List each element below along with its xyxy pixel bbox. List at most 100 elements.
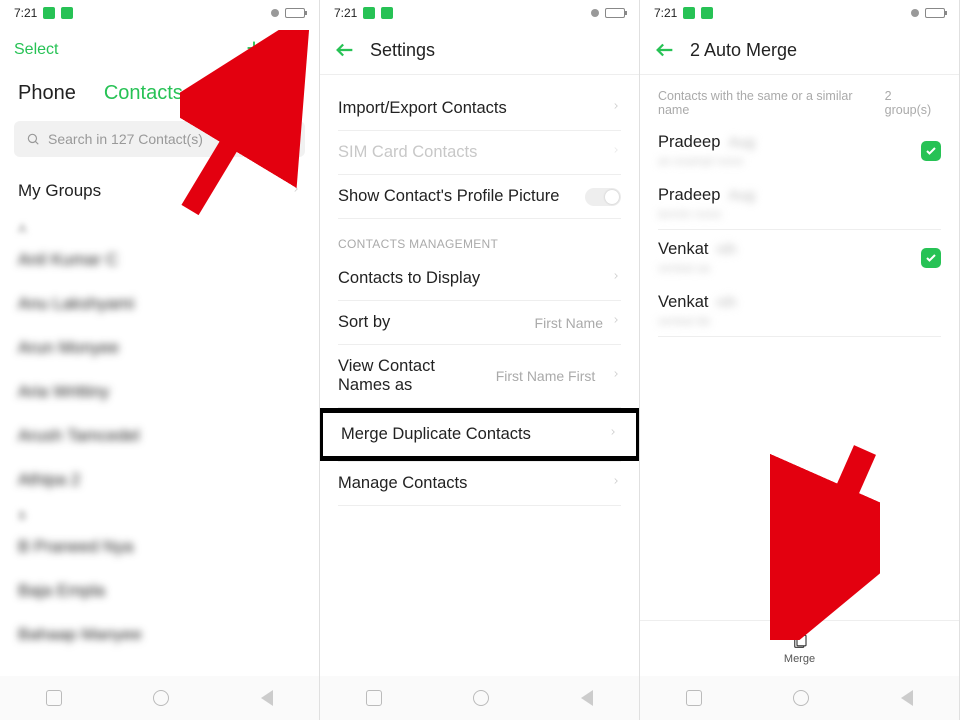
status-bar: 7:21 <box>0 0 319 26</box>
merge-duplicate-row[interactable]: Merge Duplicate Contacts <box>323 413 636 456</box>
nav-recent-icon[interactable] <box>46 690 62 706</box>
merge-group-item[interactable]: Venkat nih venkat aa <box>640 230 959 283</box>
contact-extra: Aug <box>728 187 755 204</box>
chevron-right-icon <box>611 143 621 162</box>
whatsapp-status-icon <box>363 7 375 19</box>
android-nav-bar <box>640 676 959 720</box>
list-item[interactable]: Aria Writtiny <box>0 370 319 414</box>
row-value: First Name <box>535 315 603 331</box>
list-item[interactable]: Anil Kumar C <box>0 238 319 282</box>
automerge-subheader: Contacts with the same or a similar name… <box>640 75 959 123</box>
add-contact-icon[interactable] <box>243 37 265 64</box>
tab-phone[interactable]: Phone <box>18 82 76 105</box>
checkbox-checked-icon[interactable] <box>921 248 941 268</box>
android-nav-bar <box>320 676 639 720</box>
group-count: 2 group(s) <box>885 89 941 117</box>
status-bar: 7:21 <box>320 0 639 26</box>
merge-group-item[interactable]: Pradeep Aug termin none <box>640 176 959 229</box>
chevron-right-icon <box>611 269 621 288</box>
list-item[interactable]: Anu Lakshyami <box>0 282 319 326</box>
battery-icon <box>925 8 945 18</box>
sim-card-row: SIM Card Contacts <box>320 131 639 174</box>
index-letter-b: B <box>0 502 319 525</box>
contacts-to-display-row[interactable]: Contacts to Display <box>320 257 639 300</box>
contact-name: Pradeep <box>658 186 720 205</box>
status-time: 7:21 <box>334 6 357 20</box>
contact-name: Venkat <box>658 240 708 259</box>
view-names-row[interactable]: View Contact Names as First Name First <box>320 345 639 407</box>
index-letter-a: A <box>0 215 319 238</box>
my-groups-label: My Groups <box>18 181 101 201</box>
app-status-icon <box>381 7 393 19</box>
merge-button[interactable]: Merge <box>640 620 959 676</box>
row-label: Show Contact's Profile Picture <box>338 187 585 206</box>
settings-gear-icon[interactable] <box>285 38 305 63</box>
list-item[interactable]: B Praneed Nya <box>0 525 319 569</box>
battery-icon <box>605 8 625 18</box>
nav-back-icon[interactable] <box>901 690 913 706</box>
merge-group-item[interactable]: Venkat nih venkat bb <box>640 283 959 336</box>
chevron-right-icon <box>611 367 621 386</box>
dnd-icon <box>591 9 599 17</box>
settings-screen: 7:21 Settings Import/Export Contacts SIM… <box>320 0 640 720</box>
contact-sub: venkat bb <box>658 314 737 328</box>
list-item[interactable]: Baja Empla <box>0 569 319 613</box>
contact-extra: nih <box>716 241 736 258</box>
app-status-icon <box>701 7 713 19</box>
nav-home-icon[interactable] <box>793 690 809 706</box>
back-arrow-icon[interactable] <box>334 39 356 61</box>
nav-home-icon[interactable] <box>473 690 489 706</box>
row-label: Contacts to Display <box>338 269 611 288</box>
settings-header: Settings <box>320 26 639 74</box>
nav-back-icon[interactable] <box>261 690 273 706</box>
profile-picture-row[interactable]: Show Contact's Profile Picture <box>320 175 639 218</box>
list-item[interactable]: Bahaap Manyee <box>0 613 319 657</box>
auto-merge-screen: 7:21 2 Auto Merge Contacts with the same… <box>640 0 960 720</box>
section-header: CONTACTS MANAGEMENT <box>320 219 639 257</box>
select-link[interactable]: Select <box>14 41 229 59</box>
app-status-icon <box>61 7 73 19</box>
contact-sub: termin none <box>658 207 755 221</box>
list-item[interactable]: Arun Monyee <box>0 326 319 370</box>
whatsapp-status-icon <box>43 7 55 19</box>
subheader-text: Contacts with the same or a similar name <box>658 89 885 117</box>
list-item[interactable]: Arush Tamcedel <box>0 414 319 458</box>
chevron-right-icon <box>608 425 618 444</box>
merge-group-item[interactable]: PradeepAug an exampl none <box>640 123 959 176</box>
row-label: Import/Export Contacts <box>338 99 611 118</box>
row-label: SIM Card Contacts <box>338 143 611 162</box>
row-label: Merge Duplicate Contacts <box>341 425 608 444</box>
contact-extra: Aug <box>728 134 755 151</box>
dnd-icon <box>271 9 279 17</box>
page-title: Settings <box>370 40 435 61</box>
back-arrow-icon[interactable] <box>654 39 676 61</box>
manage-contacts-row[interactable]: Manage Contacts <box>320 462 639 505</box>
row-label: View Contact Names as <box>338 357 488 395</box>
search-icon <box>26 132 40 146</box>
sort-by-row[interactable]: Sort by First Name <box>320 301 639 344</box>
contact-sub: an exampl none <box>658 154 755 168</box>
chevron-right-icon <box>611 474 621 493</box>
divider <box>338 505 621 506</box>
my-groups-row[interactable]: My Groups <box>0 167 319 215</box>
contact-sub: venkat aa <box>658 261 737 275</box>
list-item[interactable]: Athipa 2 <box>0 458 319 502</box>
status-bar: 7:21 <box>640 0 959 26</box>
toggle-switch[interactable] <box>585 188 621 206</box>
checkbox-checked-icon[interactable] <box>921 141 941 161</box>
nav-home-icon[interactable] <box>153 690 169 706</box>
nav-recent-icon[interactable] <box>686 690 702 706</box>
search-input[interactable]: Search in 127 Contact(s) <box>14 121 305 157</box>
merge-button-label: Merge <box>784 653 815 665</box>
nav-recent-icon[interactable] <box>366 690 382 706</box>
import-export-row[interactable]: Import/Export Contacts <box>320 87 639 130</box>
contacts-header: Select <box>0 26 319 74</box>
contact-name: Venkat <box>658 293 708 312</box>
nav-back-icon[interactable] <box>581 690 593 706</box>
tab-contacts[interactable]: Contacts <box>104 82 183 105</box>
tab-favorites[interactable]: Favorites <box>211 82 293 105</box>
contacts-tabs: Phone Contacts Favorites <box>0 74 319 117</box>
chevron-right-icon <box>291 181 301 201</box>
contact-extra: nih <box>716 294 736 311</box>
annotation-arrow-merge <box>770 440 880 640</box>
